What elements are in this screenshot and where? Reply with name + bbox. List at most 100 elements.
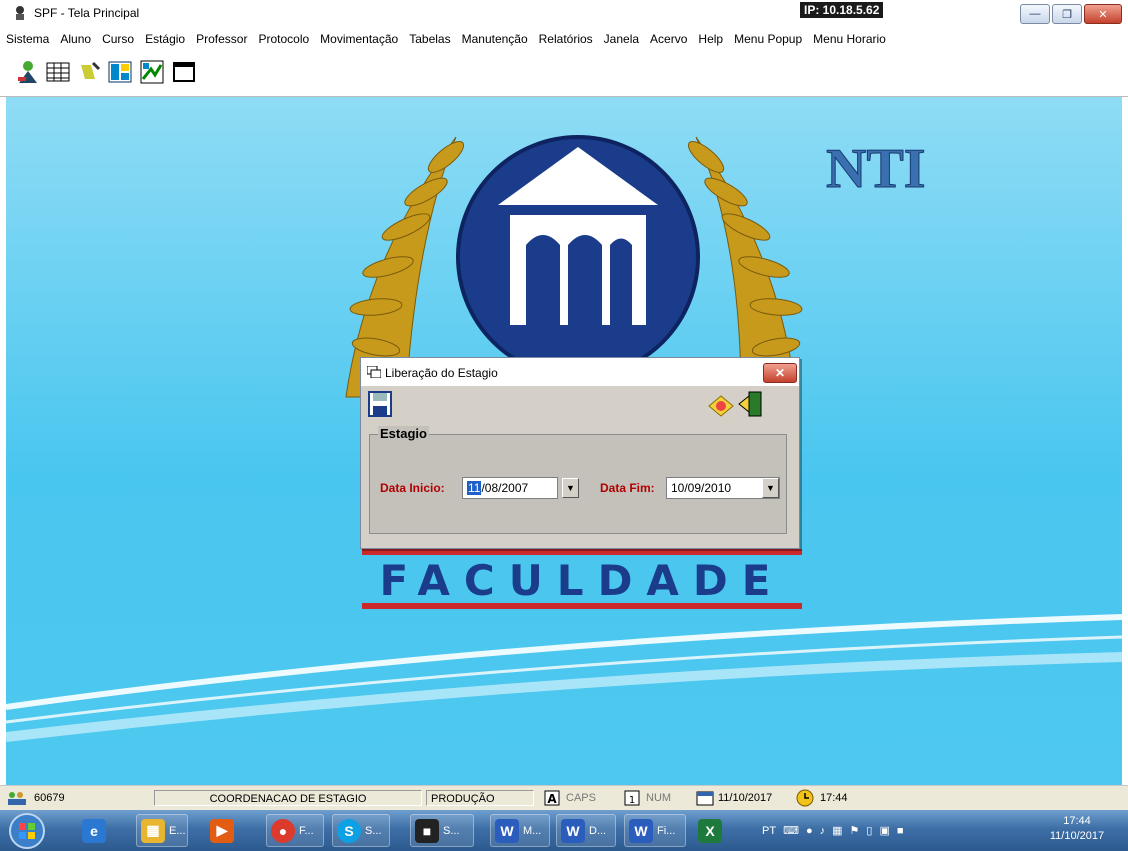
taskbar-word-1-label: M... [523,824,542,837]
layout-tool-icon[interactable] [106,58,134,86]
network-icon[interactable]: ▦ [832,824,842,837]
taskbar-word-2-label: D... [589,824,607,837]
title-bar: SPF - Tela Principal IP: 10.18.5.62 — ❐ … [0,0,1128,27]
toolbar [0,52,1128,97]
num-indicator: NUM [646,792,672,804]
notify-icon[interactable]: ■ [897,825,904,837]
excel-icon: X [698,818,722,843]
menu-manutencao[interactable]: Manutenção [462,32,528,46]
window-title: SPF - Tela Principal [34,6,140,20]
data-inicio-rest: /08/2007 [481,481,529,495]
grid-tool-icon[interactable] [44,58,72,86]
restore-button[interactable]: ❐ [1052,4,1082,24]
taskbar-chrome[interactable]: ● F... [266,814,324,847]
menu-curso[interactable]: Curso [102,32,134,46]
group-title: Estagio [378,426,429,441]
report-tool-icon[interactable] [138,58,166,86]
clear-icon[interactable] [707,392,735,418]
flag-icon[interactable]: ⚑ [850,824,860,837]
taskbar-spf[interactable]: ■ S... [410,814,474,847]
taskbar-media[interactable]: ▶ [206,814,248,847]
system-tray: PT ⌨ ● ♪ ▦ ⚑ ▯ ▣ ■ [762,814,904,847]
close-button[interactable]: ✕ [1084,4,1122,24]
taskbar: e ▦ E... ▶ ● F... S S... ■ S... W M... W D... … [0,810,1128,851]
window-controls: — ❐ ✕ [1020,4,1122,24]
graduation-icon: ■ [415,818,439,843]
taskbar-chrome-label: F... [299,824,314,837]
taskbar-clock[interactable]: 17:44 11/10/2017 [1030,814,1124,844]
taskbar-word-3-label: Fi... [657,824,676,837]
users-icon [8,792,26,805]
menu-horario[interactable]: Menu Horario [813,32,886,46]
data-inicio-field[interactable]: 11/08/2007 [462,477,558,499]
menu-bar: Sistema Aluno Curso Estágio Professor Pr… [0,28,1128,50]
dialog-icon [367,366,381,378]
menu-protocolo[interactable]: Protocolo [258,32,309,46]
clock-date: 11/10/2017 [1049,830,1105,842]
menu-janela[interactable]: Janela [604,32,639,46]
caps-indicator: CAPS [566,792,596,804]
liberacao-dialog: Liberação do Estagio ✕ Estagio Data Inic… [360,357,800,549]
calendar-icon [696,791,714,806]
word-icon: W [495,818,519,843]
pdf-icon[interactable]: ▣ [879,824,889,837]
status-bar: 60679 COORDENACAO DE ESTAGIO PRODUÇÃO A … [0,785,1128,811]
menu-estagio[interactable]: Estágio [145,32,185,46]
menu-movimentacao[interactable]: Movimentação [320,32,398,46]
dialog-close-button[interactable]: ✕ [763,363,797,383]
dialog-title: Liberação do Estagio [385,366,498,380]
usb-icon[interactable]: ▯ [866,824,872,837]
taskbar-excel[interactable]: X [694,814,742,847]
keyboard-icon[interactable]: ⌨ [783,824,799,837]
volume-icon[interactable]: ♪ [820,825,826,837]
user-tool-icon[interactable] [14,58,42,86]
svg-text:1: 1 [629,795,635,806]
ie-icon: e [82,818,106,843]
media-icon: ▶ [210,818,234,843]
dialog-title-bar: Liberação do Estagio ✕ [361,358,799,386]
skype-tray-icon[interactable]: ● [806,825,813,837]
data-inicio-label: Data Inicio: [380,481,445,495]
menu-sistema[interactable]: Sistema [6,32,49,46]
window-tool-icon[interactable] [170,58,198,86]
taskbar-explorer[interactable]: ▦ E... [136,814,188,847]
chrome-icon: ● [271,818,295,843]
menu-relatorios[interactable]: Relatórios [539,32,593,46]
taskbar-skype-label: S... [365,824,382,837]
minimize-button[interactable]: — [1020,4,1050,24]
data-fim-dropdown[interactable]: ▼ [762,478,779,498]
taskbar-word-2[interactable]: W D... [556,814,616,847]
taskbar-word-3[interactable]: W Fi... [624,814,686,847]
estagio-group: Estagio Data Inicio: 11/08/2007 ▼ Data F… [369,426,787,534]
environment: PRODUÇÃO [426,790,534,806]
menu-help[interactable]: Help [698,32,723,46]
status-time: 17:44 [820,792,848,804]
num-icon: 1 [624,790,640,806]
menu-aluno[interactable]: Aluno [60,32,91,46]
menu-professor[interactable]: Professor [196,32,247,46]
language-indicator[interactable]: PT [762,825,776,837]
dialog-toolbar [361,386,799,424]
save-icon[interactable] [367,390,393,418]
ip-address: IP: 10.18.5.62 [800,2,884,18]
user-code: 60679 [34,792,65,804]
data-fim-label: Data Fim: [600,481,655,495]
taskbar-word-1[interactable]: W M... [490,814,550,847]
caps-icon: A [544,790,560,806]
exit-icon[interactable] [737,390,763,418]
menu-acervo[interactable]: Acervo [650,32,687,46]
svg-text:A: A [547,792,557,806]
edit-tool-icon[interactable] [76,58,104,86]
start-button[interactable] [8,812,46,850]
folder-icon: ▦ [141,818,165,843]
menu-popup[interactable]: Menu Popup [734,32,802,46]
clock-icon [796,789,814,807]
skype-icon: S [337,818,361,843]
data-inicio-dropdown[interactable]: ▼ [562,478,579,498]
status-date: 11/10/2017 [718,792,773,804]
data-fim-value: 10/09/2010 [671,481,732,495]
taskbar-skype[interactable]: S S... [332,814,390,847]
menu-tabelas[interactable]: Tabelas [409,32,450,46]
word-icon-2: W [561,818,585,843]
taskbar-ie[interactable]: e [78,814,122,847]
